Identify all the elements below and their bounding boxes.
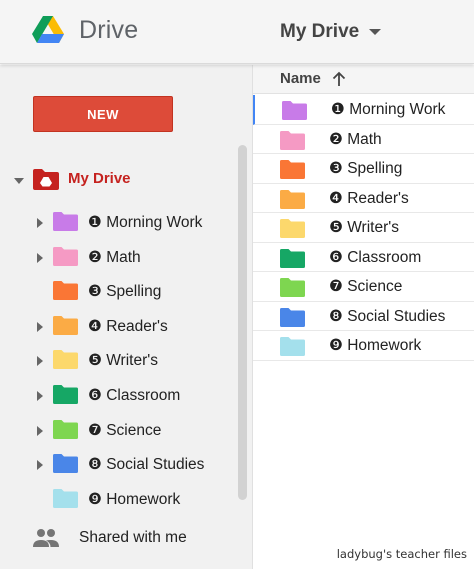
expand-triangle-icon[interactable]	[37, 321, 43, 332]
list-item[interactable]: ❶ Morning Work	[253, 95, 474, 125]
expand-triangle-icon[interactable]	[37, 252, 43, 263]
sidebar-folder-item[interactable]: ❷ Math	[0, 240, 236, 275]
sidebar-item-shared-with-me[interactable]: Shared with me	[0, 523, 236, 553]
folder-name: ❶ Morning Work	[331, 101, 446, 118]
sidebar-folder-label: ❼ Science	[88, 421, 162, 439]
sidebar-folder-item[interactable]: ❺ Writer's	[0, 343, 236, 378]
sidebar-folder-item[interactable]: ❹ Reader's	[0, 309, 236, 344]
folder-icon	[53, 350, 78, 370]
google-drive-logo-icon[interactable]	[32, 16, 64, 44]
folder-name: ❹ Reader's	[329, 189, 409, 207]
my-drive-folder-icon	[33, 169, 59, 190]
list-item[interactable]: ❷ Math	[253, 125, 474, 154]
new-button[interactable]: NEW	[33, 96, 173, 132]
folder-icon	[53, 419, 78, 439]
sidebar-item-my-drive[interactable]: My Drive	[0, 165, 236, 195]
sidebar-folder-item[interactable]: ❾ Homework	[0, 482, 236, 517]
folder-icon	[282, 101, 307, 120]
folder-icon	[280, 248, 305, 268]
expand-triangle-icon[interactable]	[37, 356, 43, 367]
file-list-pane: Name ❶ Morning Work ❷ Math ❸ Spelling ❹ Rea…	[252, 65, 474, 569]
people-icon	[33, 529, 59, 547]
folder-name: ❷ Math	[329, 130, 382, 148]
folder-icon	[53, 212, 78, 231]
folder-icon	[53, 315, 78, 335]
folder-list: ❶ Morning Work ❷ Math ❸ Spelling ❹ Reader's…	[253, 95, 474, 361]
watermark-credit: ladybug's teacher files	[336, 547, 467, 561]
sidebar-scrollbar[interactable]	[238, 145, 247, 500]
name-column-header[interactable]: Name	[280, 70, 321, 87]
sidebar-folder-label: ❾ Homework	[88, 490, 181, 508]
folder-icon	[280, 278, 305, 297]
list-item[interactable]: ❽ Social Studies	[253, 302, 474, 331]
page-title: My Drive	[280, 21, 360, 42]
folder-name: ❼ Science	[329, 278, 403, 295]
sidebar-folder-label: ❽ Social Studies	[88, 456, 205, 474]
folder-icon	[280, 219, 305, 238]
list-item[interactable]: ❾ Homework	[253, 331, 474, 361]
app-brand: Drive	[79, 16, 139, 44]
folder-name: ❸ Spelling	[329, 160, 403, 177]
sidebar-folder-item[interactable]: ❸ Spelling	[0, 274, 236, 309]
sidebar-folder-label: ❶ Morning Work	[88, 214, 203, 231]
list-item[interactable]: ❸ Spelling	[253, 154, 474, 184]
list-item[interactable]: ❼ Science	[253, 272, 474, 302]
folder-icon	[53, 488, 78, 508]
collapse-triangle-icon[interactable]	[14, 178, 24, 184]
expand-triangle-icon[interactable]	[37, 390, 43, 401]
list-item[interactable]: ❺ Writer's	[253, 213, 474, 243]
list-item[interactable]: ❹ Reader's	[253, 184, 474, 213]
expand-triangle-icon[interactable]	[37, 218, 43, 228]
folder-name: ❺ Writer's	[329, 219, 399, 236]
sidebar-root-label: My Drive	[68, 170, 131, 187]
sidebar-folder-label: ❹ Reader's	[88, 317, 168, 335]
sidebar: NEW My Drive ❶ Morning Work ❷ Math ❸ Spell…	[0, 65, 252, 569]
list-item[interactable]: ❻ Classroom	[253, 243, 474, 272]
sidebar-folder-label: ❸ Spelling	[88, 283, 162, 301]
folder-icon	[53, 246, 78, 266]
sidebar-folder-label: ❷ Math	[88, 248, 141, 266]
folder-icon	[280, 307, 305, 327]
folder-icon	[280, 337, 305, 356]
sidebar-folder-item[interactable]: ❽ Social Studies	[0, 447, 236, 482]
folder-icon	[53, 454, 78, 474]
sidebar-folder-item[interactable]: ❶ Morning Work	[0, 205, 236, 240]
sidebar-folder-tree: ❶ Morning Work ❷ Math ❸ Spelling ❹ Reader's…	[0, 205, 236, 516]
folder-icon	[280, 130, 305, 150]
sidebar-folder-item[interactable]: ❻ Classroom	[0, 378, 236, 413]
sidebar-folder-label: ❺ Writer's	[88, 352, 158, 370]
folder-name: ❽ Social Studies	[329, 307, 446, 325]
folder-title-dropdown[interactable]: My Drive	[280, 20, 382, 44]
sidebar-folder-label: ❻ Classroom	[88, 386, 181, 404]
app-header: Drive My Drive	[0, 0, 474, 64]
folder-name: ❾ Homework	[329, 337, 422, 354]
folder-icon	[280, 189, 305, 209]
folder-name: ❻ Classroom	[329, 248, 422, 266]
sidebar-folder-item[interactable]: ❼ Science	[0, 413, 236, 448]
expand-triangle-icon[interactable]	[37, 460, 43, 471]
folder-icon	[53, 281, 78, 301]
expand-triangle-icon[interactable]	[37, 425, 43, 436]
folder-icon	[53, 384, 78, 404]
list-header: Name	[253, 65, 474, 94]
shared-with-me-label: Shared with me	[79, 529, 187, 546]
caret-down-icon	[369, 29, 382, 35]
sort-ascending-arrow-icon[interactable]	[331, 71, 347, 87]
folder-icon	[280, 160, 305, 179]
